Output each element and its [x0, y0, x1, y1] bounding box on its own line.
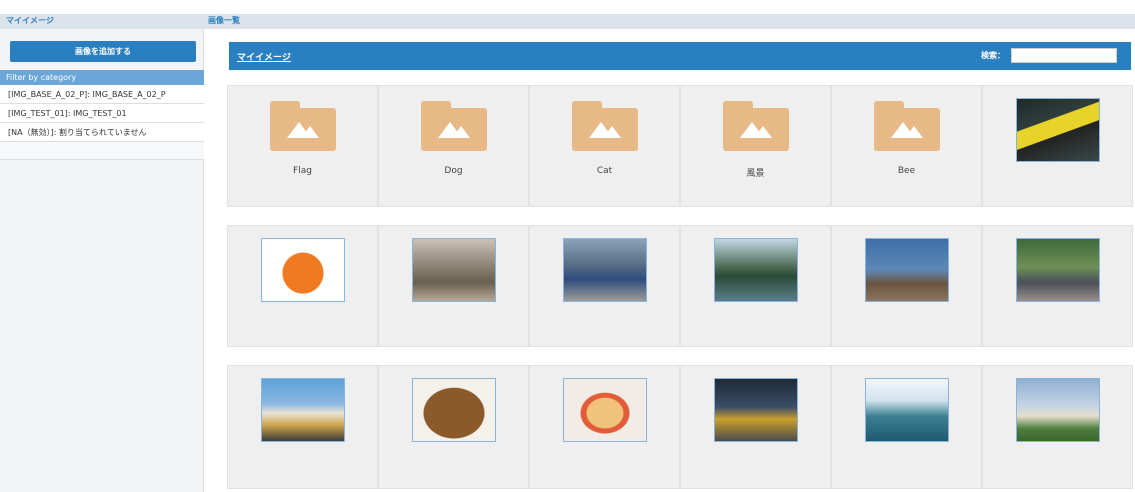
image-cell[interactable] [680, 365, 831, 489]
folder-cell-flag[interactable]: Flag [227, 85, 378, 207]
image-cell[interactable] [831, 225, 982, 347]
filter-item-img-test[interactable]: [IMG_TEST_01]: IMG_TEST_01 [0, 104, 204, 123]
salad-thumbnail[interactable] [563, 378, 647, 442]
image-cell[interactable] [529, 225, 680, 347]
image-cell[interactable] [831, 365, 982, 489]
folder-label: Dog [444, 166, 463, 176]
image-grid: Flag Dog Cat 風景 Bee [227, 85, 1133, 489]
yurt-thumbnail[interactable] [1016, 378, 1100, 442]
filter-list: [IMG_BASE_A_02_P]: IMG_BASE_A_02_P [IMG_… [0, 85, 204, 160]
caution-tape-thumbnail[interactable] [1016, 98, 1100, 162]
image-cell[interactable] [982, 365, 1133, 489]
main-content: マイイメージ 検索： Flag Dog Cat 風景 Bee [205, 29, 1135, 492]
filter-item-img-base[interactable]: [IMG_BASE_A_02_P]: IMG_BASE_A_02_P [0, 85, 204, 104]
header-bar: マイイメージ 画像一覧 [0, 14, 1135, 29]
image-cell[interactable] [529, 365, 680, 489]
image-cell[interactable] [982, 225, 1133, 347]
panel-title-link[interactable]: マイイメージ [237, 50, 291, 63]
sidebar: 画像を追加する Filter by category [IMG_BASE_A_0… [0, 29, 204, 492]
image-cell[interactable] [378, 225, 529, 347]
grid-row: Flag Dog Cat 風景 Bee [227, 85, 1133, 207]
parade-thumbnail[interactable] [412, 238, 496, 302]
grid-row [227, 365, 1133, 489]
folder-icon [874, 101, 940, 151]
filter-item-unassigned[interactable]: [NA（無効）]: 割り当てられていません [0, 123, 204, 142]
folder-icon [270, 101, 336, 151]
image-cell[interactable] [982, 85, 1133, 207]
folder-icon [421, 101, 487, 151]
stage-thumbnail[interactable] [714, 378, 798, 442]
folder-icon [723, 101, 789, 151]
image-cell[interactable] [227, 365, 378, 489]
sidebar-header-title: マイイメージ [6, 16, 54, 25]
filter-heading: Filter by category [0, 70, 204, 85]
image-cell[interactable] [227, 225, 378, 347]
pool-thumbnail[interactable] [865, 378, 949, 442]
bird-thumbnail[interactable] [865, 238, 949, 302]
search-input[interactable] [1011, 48, 1117, 63]
lucky-cat-thumbnail[interactable] [261, 378, 345, 442]
filter-item-empty [0, 142, 204, 160]
folder-icon [572, 101, 638, 151]
main-header-title: 画像一覧 [208, 16, 240, 25]
folder-label: 風景 [746, 169, 765, 179]
folder-label: Cat [596, 166, 613, 176]
image-cell[interactable] [378, 365, 529, 489]
panel-header: マイイメージ 検索： [229, 42, 1131, 70]
fried-food-thumbnail[interactable] [412, 378, 496, 442]
folder-cell-bee[interactable]: Bee [831, 85, 982, 207]
add-image-button[interactable]: 画像を追加する [10, 41, 196, 62]
pumpkin-thumbnail[interactable] [261, 238, 345, 302]
folder-cell-landscape[interactable]: 風景 [680, 85, 831, 207]
folder-cell-cat[interactable]: Cat [529, 85, 680, 207]
folder-label: Bee [897, 166, 916, 176]
image-cell[interactable] [680, 225, 831, 347]
lake-thumbnail[interactable] [714, 238, 798, 302]
crowd-thumbnail[interactable] [563, 238, 647, 302]
grid-row [227, 225, 1133, 347]
search-label: 検索： [981, 51, 1005, 60]
bicycles-thumbnail[interactable] [1016, 238, 1100, 302]
folder-cell-dog[interactable]: Dog [378, 85, 529, 207]
folder-label: Flag [293, 166, 312, 176]
